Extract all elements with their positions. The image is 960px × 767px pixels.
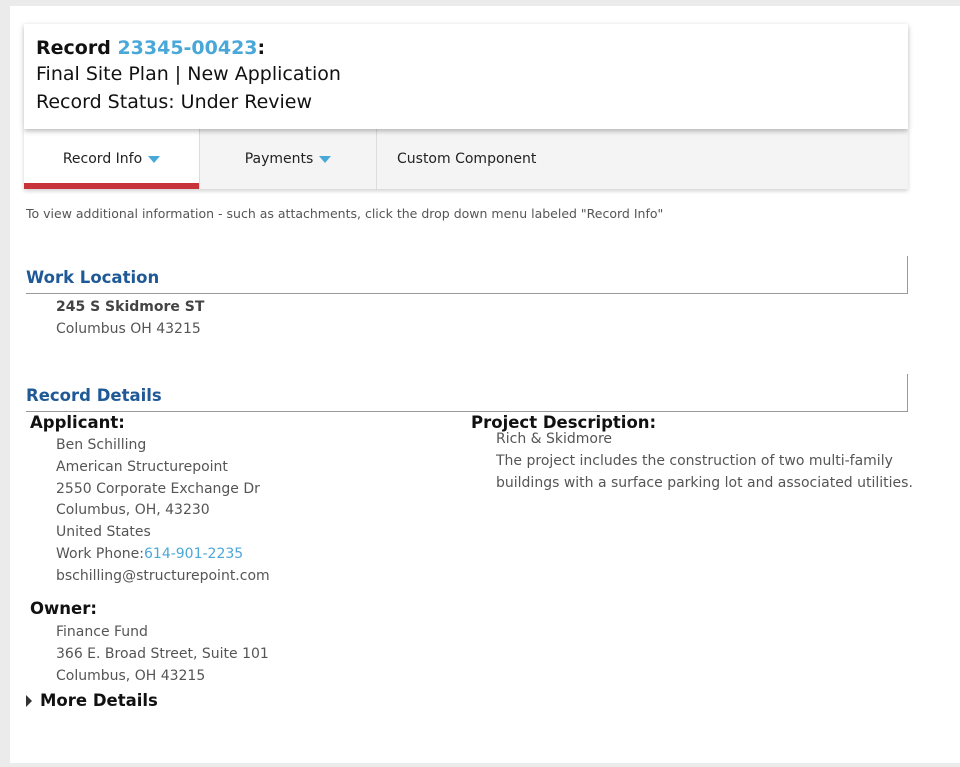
project-description-block: Rich & Skidmore The project includes the…: [496, 429, 916, 494]
more-details-label: More Details: [40, 691, 158, 710]
tab-custom-component-label: Custom Component: [397, 151, 537, 167]
record-subtitle: Final Site Plan | New Application: [36, 63, 341, 85]
owner-info: Finance Fund 366 E. Broad Street, Suite …: [56, 622, 269, 687]
record-colon: :: [257, 37, 266, 59]
info-hint: To view additional information - such as…: [26, 206, 664, 221]
work-location-city: Columbus OH 43215: [56, 321, 201, 337]
record-details-title: Record Details: [26, 386, 162, 405]
tab-payments-label: Payments: [244, 151, 314, 167]
tab-payments[interactable]: Payments: [200, 129, 377, 189]
owner-label: Owner:: [30, 599, 97, 618]
applicant-phone-link[interactable]: 614-901-2235: [144, 546, 243, 562]
tab-record-info-label: Record Info: [62, 151, 143, 167]
tab-custom-component[interactable]: Custom Component: [377, 129, 908, 189]
record-status: Record Status: Under Review: [36, 91, 313, 113]
work-location-street: 245 S Skidmore ST: [56, 299, 205, 315]
applicant-phone-label: Work Phone:: [56, 545, 144, 562]
more-details-toggle[interactable]: More Details: [26, 691, 158, 710]
owner-address-line2: Columbus, OH 43215: [56, 667, 206, 684]
caret-down-icon: [148, 155, 161, 163]
triangle-right-icon: [26, 694, 32, 707]
project-description-text: The project includes the construction of…: [496, 452, 913, 491]
owner-address-line1: 366 E. Broad Street, Suite 101: [56, 645, 269, 662]
record-details-header: Record Details: [26, 374, 908, 412]
applicant-country: United States: [56, 524, 151, 541]
work-location-header: Work Location: [26, 256, 908, 294]
owner-name: Finance Fund: [56, 624, 148, 640]
work-location-address: 245 S Skidmore ST Columbus OH 43215: [56, 296, 204, 340]
applicant-email: bschilling@structurepoint.com: [56, 567, 270, 584]
caret-down-icon: [319, 155, 332, 163]
applicant-phone-row: Work Phone:614-901-2235: [56, 544, 270, 566]
record-number: 23345-00423: [117, 37, 258, 59]
applicant-label: Applicant:: [30, 413, 125, 432]
applicant-company: American Structurepoint: [56, 458, 228, 475]
applicant-address-line2: Columbus, OH, 43230: [56, 502, 210, 519]
project-name: Rich & Skidmore: [496, 431, 613, 447]
record-header: Record 23345-00423: Final Site Plan | Ne…: [24, 24, 908, 129]
work-location-title: Work Location: [26, 268, 160, 287]
applicant-address-line1: 2550 Corporate Exchange Dr: [56, 480, 260, 497]
tab-bar: Record Info Payments Custom Component: [24, 129, 908, 189]
tab-record-info[interactable]: Record Info: [24, 129, 200, 189]
record-title: Record 23345-00423:: [36, 36, 896, 60]
applicant-name: Ben Schilling: [56, 437, 147, 453]
applicant-info: Ben Schilling American Structurepoint 25…: [56, 435, 270, 588]
record-label: Record: [36, 37, 111, 59]
